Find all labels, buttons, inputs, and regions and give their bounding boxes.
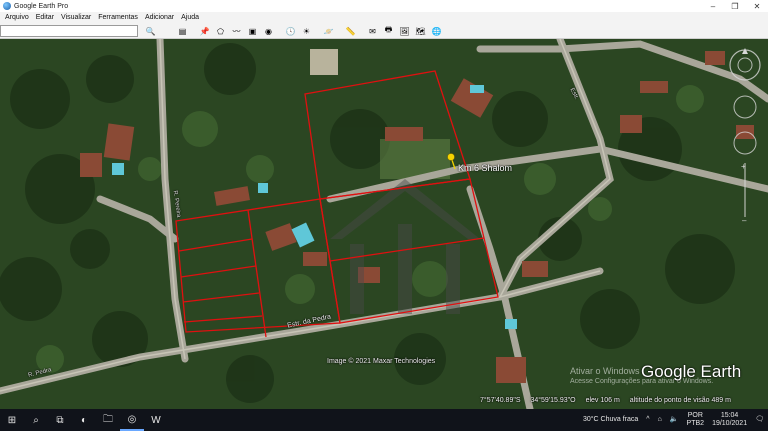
sidebar-toggle-icon[interactable]: ▤ — [176, 25, 189, 37]
menu-visualizar[interactable]: Visualizar — [61, 14, 91, 21]
language-secondary: PTB2 — [686, 420, 705, 427]
earth-globe-icon[interactable]: 🌐 — [430, 25, 443, 37]
maximize-button[interactable]: ❐ — [724, 0, 746, 12]
system-tray: 30°C Chuva fraca ^ ⌂ 🔈 POR PTB2 15:04 19/1… — [579, 409, 768, 431]
planet-icon[interactable]: 🪐 — [322, 25, 335, 37]
clock-date: 19/10/2021 — [712, 420, 748, 427]
network-icon[interactable]: ⌂ — [658, 416, 662, 424]
navigation-controls[interactable]: + – — [728, 45, 762, 225]
placemark-label[interactable]: Km 6 Shalom — [458, 163, 512, 173]
placemark-add-icon[interactable]: 📌 — [198, 25, 211, 37]
title-bar: Google Earth Pro – ❐ ✕ — [0, 0, 768, 12]
menu-editar[interactable]: Editar — [36, 14, 54, 21]
search-taskbar-icon[interactable]: ⌕ — [24, 409, 48, 431]
menu-ferramentas[interactable]: Ferramentas — [98, 14, 138, 21]
sunlight-icon[interactable]: ☀ — [300, 25, 313, 37]
word-icon[interactable]: W — [144, 409, 168, 431]
google-earth-taskbar-icon[interactable]: ◎ — [120, 409, 144, 431]
eye-altitude-readout: altitude do ponto de visão 489 m — [629, 397, 731, 404]
svg-text:–: – — [742, 216, 747, 225]
map-viewport[interactable]: + – Km 6 Shalom Estr. da Pedra R. Pereir… — [0, 39, 768, 409]
search-input[interactable] — [0, 25, 138, 37]
email-icon[interactable]: ✉ — [366, 25, 379, 37]
google-earth-logo: Google Earth — [641, 362, 742, 381]
language-indicator[interactable]: POR PTB2 — [687, 412, 705, 428]
status-line: 7°57'40.89"S 34°59'15.93"O elev 106 m al… — [480, 397, 739, 404]
latitude-readout: 7°57'40.89"S — [480, 397, 521, 404]
window-title: Google Earth Pro — [14, 2, 69, 10]
search-icon[interactable]: 🔍 — [144, 25, 157, 37]
longitude-readout: 34°59'15.93"O — [530, 397, 576, 404]
image-overlay-icon[interactable]: ▣ — [246, 25, 259, 37]
google-earth-icon — [3, 2, 11, 10]
print-icon[interactable]: 🖶 — [382, 25, 395, 37]
tour-record-icon[interactable]: ◉ — [262, 25, 275, 37]
historical-imagery-icon[interactable]: 🕓 — [284, 25, 297, 37]
close-button[interactable]: ✕ — [746, 0, 768, 12]
clock-time: 15:04 — [720, 412, 739, 419]
taskbar: ⊞ ⌕ ⧉ ◐ 🗀 ◎ W 30°C Chuva fraca ^ ⌂ 🔈 POR… — [0, 409, 768, 431]
toolbar: 🔍 ▤ 📌 ⬠ 〰 ▣ ◉ 🕓 ☀ 🪐 📏 ✉ 🖶 🖼 🗺 🌐 — [0, 23, 768, 39]
clock[interactable]: 15:04 19/10/2021 — [712, 412, 747, 428]
save-image-icon[interactable]: 🖼 — [398, 25, 411, 37]
satellite-imagery — [0, 39, 768, 409]
menu-arquivo[interactable]: Arquivo — [5, 14, 29, 21]
weather-widget[interactable]: 30°C Chuva fraca — [583, 416, 638, 424]
windows-start-icon[interactable]: ⊞ — [0, 409, 24, 431]
svg-text:+: + — [741, 162, 746, 171]
task-view-icon[interactable]: ⧉ — [48, 409, 72, 431]
minimize-button[interactable]: – — [702, 0, 724, 12]
polygon-add-icon[interactable]: ⬠ — [214, 25, 227, 37]
volume-icon[interactable]: 🔈 — [670, 416, 679, 424]
maps-view-icon[interactable]: 🗺 — [414, 25, 427, 37]
menu-ajuda[interactable]: Ajuda — [181, 14, 199, 21]
tray-expand-icon[interactable]: ^ — [646, 416, 649, 424]
menu-bar: Arquivo Editar Visualizar Ferramentas Ad… — [0, 12, 768, 23]
imagery-copyright: Image © 2021 Maxar Technologies — [327, 358, 436, 365]
elevation-readout: elev 106 m — [585, 397, 620, 404]
path-add-icon[interactable]: 〰 — [230, 25, 243, 37]
language-primary: POR — [687, 412, 703, 419]
file-explorer-icon[interactable]: 🗀 — [96, 409, 120, 431]
notifications-icon[interactable]: 🗨 — [755, 416, 764, 424]
menu-adicionar[interactable]: Adicionar — [145, 14, 174, 21]
edge-browser-icon[interactable]: ◐ — [72, 409, 96, 431]
activate-windows-title: Ativar o Windows — [570, 366, 640, 376]
ruler-icon[interactable]: 📏 — [344, 25, 357, 37]
